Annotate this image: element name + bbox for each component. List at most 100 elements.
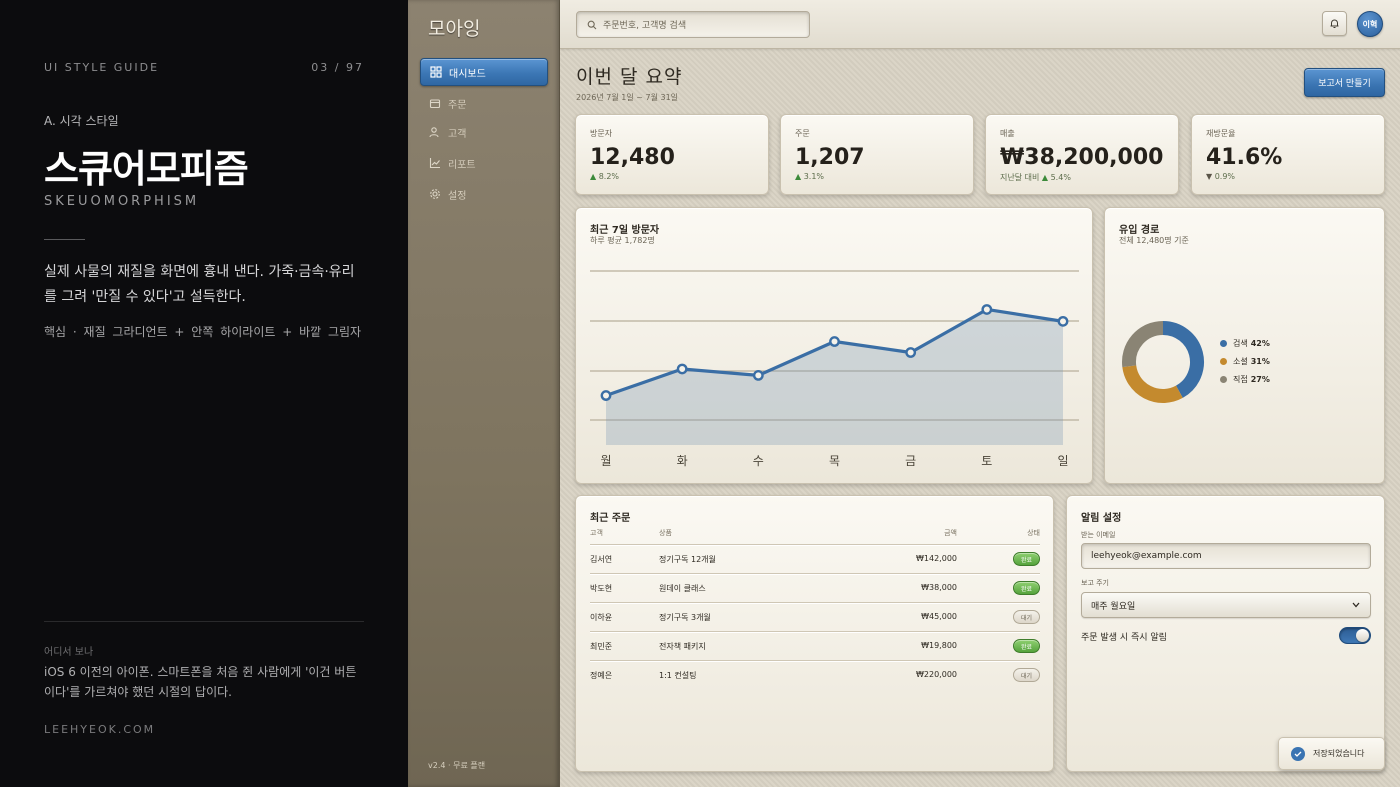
gear-icon xyxy=(430,189,440,199)
report-period-select[interactable]: 매주 월요일 xyxy=(1081,592,1371,618)
legend-item: 소셜 31% xyxy=(1220,356,1270,367)
stat-change-value: 5.4% xyxy=(1050,173,1071,182)
stat-change-value: 8.2% xyxy=(598,172,620,181)
donut-slice xyxy=(1162,321,1204,398)
date-range: 2026년 7월 1일 ~ 7월 31일 xyxy=(576,93,679,102)
cell-product: 원데이 클래스 xyxy=(659,584,706,593)
check-icon xyxy=(1291,746,1305,761)
x-tick-label: 목 xyxy=(829,454,840,468)
instant-alert-toggle[interactable] xyxy=(1339,627,1371,644)
notification-settings-card: 알림 설정 받는 이메일 leehyeok@example.com 보고 주기 … xyxy=(1066,495,1385,772)
table-row[interactable]: 김서연 정기구독 12개월 ₩142,000 완료 xyxy=(590,544,1040,573)
trend-up-icon: ▲ xyxy=(590,172,597,181)
cell-amount: ₩142,000 xyxy=(916,554,957,563)
app-logo[interactable]: 모아잉 xyxy=(428,14,480,41)
stat-change: ▼ 0.9% xyxy=(1206,172,1235,181)
stat-change: ▲ 3.1% xyxy=(795,172,824,181)
bag-icon xyxy=(429,99,441,109)
data-point xyxy=(829,336,840,347)
legend-swatch xyxy=(1220,376,1227,383)
visitors-area-chart: 월화수목금토일 xyxy=(590,270,1079,468)
notification-button[interactable] xyxy=(1322,11,1347,36)
table-row[interactable]: 이하윤 정기구독 3개월 ₩45,000 대기 xyxy=(590,602,1040,631)
column-header-amount: 금액 xyxy=(944,529,957,537)
top-bar: 주문번호, 고객명 검색 이혁 xyxy=(560,0,1400,49)
x-tick-label: 금 xyxy=(905,454,916,468)
cell-customer: 이하윤 xyxy=(590,613,613,622)
sidebar-item-label: 대시보드 xyxy=(449,68,486,80)
legend-swatch xyxy=(1220,340,1227,347)
search-placeholder: 주문번호, 고객명 검색 xyxy=(603,21,687,31)
guide-title: 스큐어모피즘 xyxy=(44,147,249,191)
stat-label: 방문자 xyxy=(590,129,613,138)
orders-title: 최근 주문 xyxy=(590,513,631,524)
cell-product: 정기구독 3개월 xyxy=(659,613,711,622)
sidebar-item-settings[interactable]: 설정 xyxy=(420,180,548,208)
status-badge: 대기 xyxy=(1013,668,1040,682)
grid-icon xyxy=(430,66,442,78)
guide-divider xyxy=(44,239,85,240)
guide-site-link[interactable]: LEEHYEOK.COM xyxy=(44,723,155,736)
sidebar-item-label: 고객 xyxy=(448,128,467,140)
chart-icon xyxy=(429,158,440,169)
table-row[interactable]: 박도현 원데이 클래스 ₩38,000 완료 xyxy=(590,573,1040,602)
guide-section: A. 시각 스타일 xyxy=(44,114,119,128)
stat-card-visitors: 방문자 12,480 ▲ 8.2% xyxy=(575,114,769,195)
chart-title: 유입 경로 xyxy=(1119,225,1160,236)
recent-orders-card: 최근 주문 고객 상품 금액 상태 김서연 정기구독 12개월 ₩142,000… xyxy=(575,495,1054,772)
stat-card-revenue: 매출 ₩38,200,000 지난달 대비 ▲ 5.4% xyxy=(985,114,1179,195)
data-point xyxy=(1057,315,1069,327)
status-badge: 완료 xyxy=(1013,639,1040,653)
legend-value: 42% xyxy=(1250,339,1270,348)
chevron-down-icon xyxy=(1352,602,1360,608)
cell-product: 정기구독 12개월 xyxy=(659,555,716,564)
legend-label: 검색 xyxy=(1233,339,1248,348)
traffic-donut-chart xyxy=(1122,321,1204,403)
donut-slice xyxy=(1122,321,1164,368)
stat-value: 41.6% xyxy=(1206,145,1283,170)
stat-change-prefix: 지난달 대비 xyxy=(1000,173,1040,182)
guide-title-english: SKEUOMORPHISM xyxy=(44,194,200,209)
user-avatar[interactable]: 이혁 xyxy=(1357,11,1383,37)
stat-value: ₩38,200,000 xyxy=(1000,145,1164,170)
sidebar-item-orders[interactable]: 주문 xyxy=(420,89,548,117)
visitors-chart-card: 최근 7일 방문자 하루 평균 1,782명 월화수목금토일 xyxy=(575,207,1093,484)
stat-label: 주문 xyxy=(795,129,810,138)
cell-product: 1:1 컨설팅 xyxy=(659,671,697,680)
search-input[interactable]: 주문번호, 고객명 검색 xyxy=(576,11,810,38)
stat-change-value: 3.1% xyxy=(803,172,825,181)
sidebar-item-label: 설정 xyxy=(448,190,467,202)
guide-header: UI STYLE GUIDE 03 / 97 xyxy=(44,61,364,74)
table-header: 고객 상품 금액 상태 xyxy=(590,528,1040,544)
column-header-product: 상품 xyxy=(659,529,672,537)
guide-core-points: 핵심 · 재질 그라디언트 + 안쪽 하이라이트 + 바깥 그림자 xyxy=(44,325,362,339)
trend-up-icon: ▲ xyxy=(1041,173,1049,182)
legend-swatch xyxy=(1220,358,1227,365)
style-guide-panel: UI STYLE GUIDE 03 / 97 A. 시각 스타일 스큐어모피즘 … xyxy=(0,0,408,787)
cell-amount: ₩220,000 xyxy=(916,670,957,679)
sidebar-item-label: 리포트 xyxy=(448,159,476,171)
email-field[interactable]: leehyeok@example.com xyxy=(1081,543,1371,569)
create-report-button[interactable]: 보고서 만들기 xyxy=(1304,68,1385,97)
sidebar-item-customers[interactable]: 고객 xyxy=(420,118,548,146)
select-value: 매주 월요일 xyxy=(1091,601,1136,612)
guide-bottom-divider xyxy=(44,621,364,622)
sidebar-item-reports[interactable]: 리포트 xyxy=(420,149,548,177)
column-header-status: 상태 xyxy=(1027,529,1040,537)
table-row[interactable]: 정예은 1:1 컨설팅 ₩220,000 대기 xyxy=(590,660,1040,689)
guide-header-label: UI STYLE GUIDE xyxy=(44,61,160,74)
x-tick-label: 월 xyxy=(600,454,611,468)
status-badge: 완료 xyxy=(1013,552,1040,566)
plan-version: v2.4 · 무료 플랜 xyxy=(428,761,486,770)
cell-customer: 최민준 xyxy=(590,642,613,651)
status-badge: 완료 xyxy=(1013,581,1040,595)
legend-label: 직접 xyxy=(1233,375,1248,384)
stat-card-return-rate: 재방문율 41.6% ▼ 0.9% xyxy=(1191,114,1385,195)
trend-up-icon: ▲ xyxy=(795,172,802,181)
table-row[interactable]: 최민준 전자책 패키지 ₩19,800 완료 xyxy=(590,631,1040,660)
data-point xyxy=(905,347,917,358)
x-tick-label: 수 xyxy=(753,454,764,468)
sidebar-item-dashboard[interactable]: 대시보드 xyxy=(420,58,548,86)
legend-label: 소셜 xyxy=(1233,357,1248,366)
data-point xyxy=(752,369,764,381)
